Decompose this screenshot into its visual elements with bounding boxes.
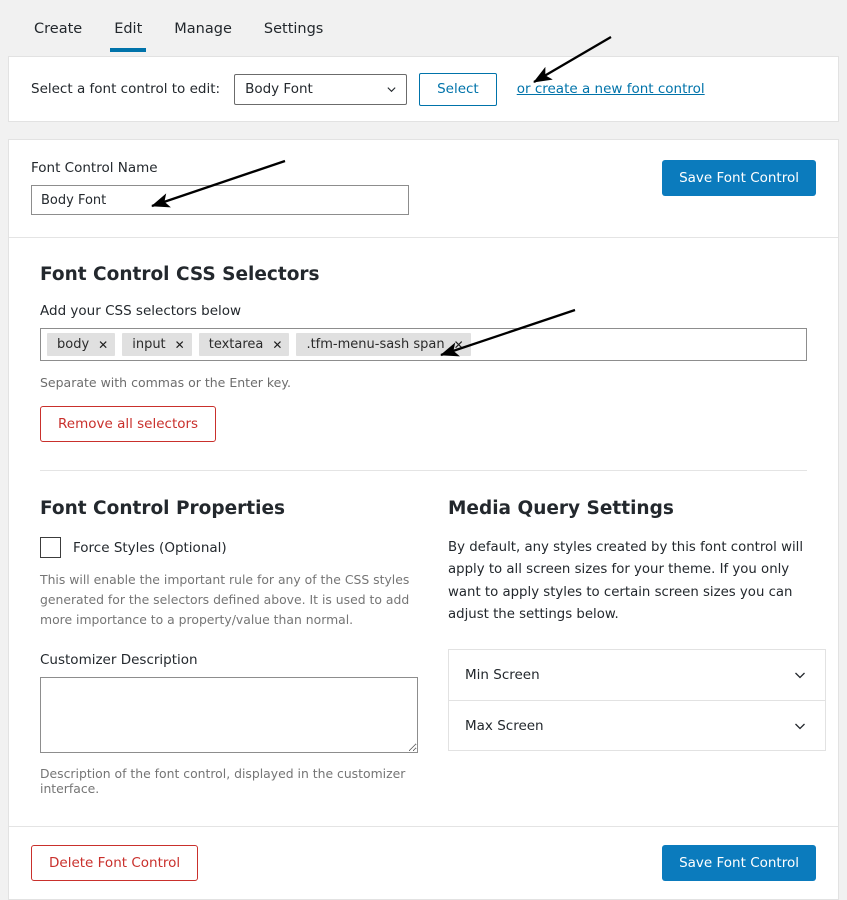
delete-font-control-button[interactable]: Delete Font Control: [31, 845, 199, 882]
css-selectors-input-box[interactable]: body ✕ input ✕ textarea ✕ .tfm-menu-sash…: [40, 328, 807, 361]
select-font-control-label: Select a font control to edit:: [31, 81, 221, 97]
font-control-name-section: Font Control Name Save Font Control: [9, 140, 838, 237]
tab-active-underline: [110, 48, 147, 52]
font-control-properties-title: Font Control Properties: [40, 498, 286, 519]
tab-manage-label: Manage: [174, 21, 232, 37]
customizer-description-label: Customizer Description: [40, 652, 198, 669]
chevron-down-icon: [795, 672, 805, 679]
tab-create-label: Create: [34, 21, 83, 37]
font-control-name-label: Font Control Name: [31, 160, 158, 176]
force-styles-description: This will enable the important rule for …: [40, 572, 410, 628]
main-tab-bar: Create Edit Manage Settings: [0, 0, 847, 56]
remove-selector-icon[interactable]: ✕: [175, 339, 185, 351]
chevron-down-icon: [795, 723, 805, 730]
media-query-settings-column: Media Query Settings By default, any sty…: [447, 498, 826, 796]
tab-edit-label: Edit: [114, 21, 143, 37]
selector-chip-label: .tfm-menu-sash span: [306, 337, 445, 352]
media-query-accordion: Min Screen Max Screen: [448, 649, 826, 752]
accordion-row-max-screen[interactable]: Max Screen: [449, 700, 825, 750]
select-button[interactable]: Select: [419, 72, 497, 106]
css-selectors-sub-label: Add your CSS selectors below: [40, 303, 242, 319]
selector-chip[interactable]: textarea ✕: [198, 333, 290, 356]
selector-chip[interactable]: input ✕: [122, 333, 192, 356]
font-control-name-input[interactable]: [31, 185, 409, 215]
customizer-description-input[interactable]: [40, 677, 418, 754]
font-control-editor-panel: Font Control Name Save Font Control Font…: [8, 139, 839, 900]
force-styles-label: Force Styles (Optional): [73, 539, 227, 556]
remove-selector-icon[interactable]: ✕: [454, 339, 464, 351]
save-font-control-button-top[interactable]: Save Font Control: [662, 160, 816, 196]
force-styles-row[interactable]: Force Styles (Optional): [40, 537, 447, 558]
remove-all-selectors-button[interactable]: Remove all selectors: [40, 406, 217, 442]
selector-chip[interactable]: .tfm-menu-sash span ✕: [296, 333, 471, 356]
force-styles-checkbox[interactable]: [40, 537, 61, 558]
tab-manage[interactable]: Manage: [158, 16, 248, 52]
selector-chip-label: input: [132, 337, 166, 352]
selector-chip[interactable]: body ✕: [47, 333, 116, 356]
accordion-row-max-screen-label: Max Screen: [465, 717, 544, 734]
media-query-intro-text: By default, any styles created by this f…: [448, 540, 804, 622]
tab-create[interactable]: Create: [18, 16, 98, 52]
save-font-control-button-bottom[interactable]: Save Font Control: [662, 845, 816, 882]
css-selectors-title: Font Control CSS Selectors: [40, 264, 320, 285]
css-selectors-help-text: Separate with commas or the Enter key.: [40, 375, 291, 390]
selector-chip-label: textarea: [208, 337, 264, 352]
tab-settings[interactable]: Settings: [248, 16, 339, 52]
editor-footer: Delete Font Control Save Font Control: [9, 827, 838, 899]
settings-columns: Font Control Properties Force Styles (Op…: [9, 471, 838, 826]
font-control-properties-column: Font Control Properties Force Styles (Op…: [40, 498, 447, 796]
selector-chip-label: body: [57, 337, 90, 352]
media-query-settings-title: Media Query Settings: [448, 498, 674, 519]
remove-selector-icon[interactable]: ✕: [272, 339, 282, 351]
tab-edit[interactable]: Edit: [98, 16, 158, 52]
accordion-row-min-screen[interactable]: Min Screen: [449, 650, 825, 700]
css-selectors-section: Font Control CSS Selectors Add your CSS …: [9, 238, 838, 470]
tab-settings-label: Settings: [263, 21, 324, 37]
font-control-select-wrapper: Body Font: [234, 73, 408, 105]
font-control-select[interactable]: Body Font: [234, 73, 408, 105]
customizer-description-caption: Description of the font control, display…: [40, 766, 406, 797]
accordion-row-min-screen-label: Min Screen: [465, 667, 540, 684]
create-new-font-control-link[interactable]: or create a new font control: [517, 81, 705, 97]
font-control-select-panel: Select a font control to edit: Body Font…: [8, 56, 839, 122]
remove-selector-icon[interactable]: ✕: [98, 339, 108, 351]
font-control-name-field-group: Font Control Name: [31, 160, 409, 215]
